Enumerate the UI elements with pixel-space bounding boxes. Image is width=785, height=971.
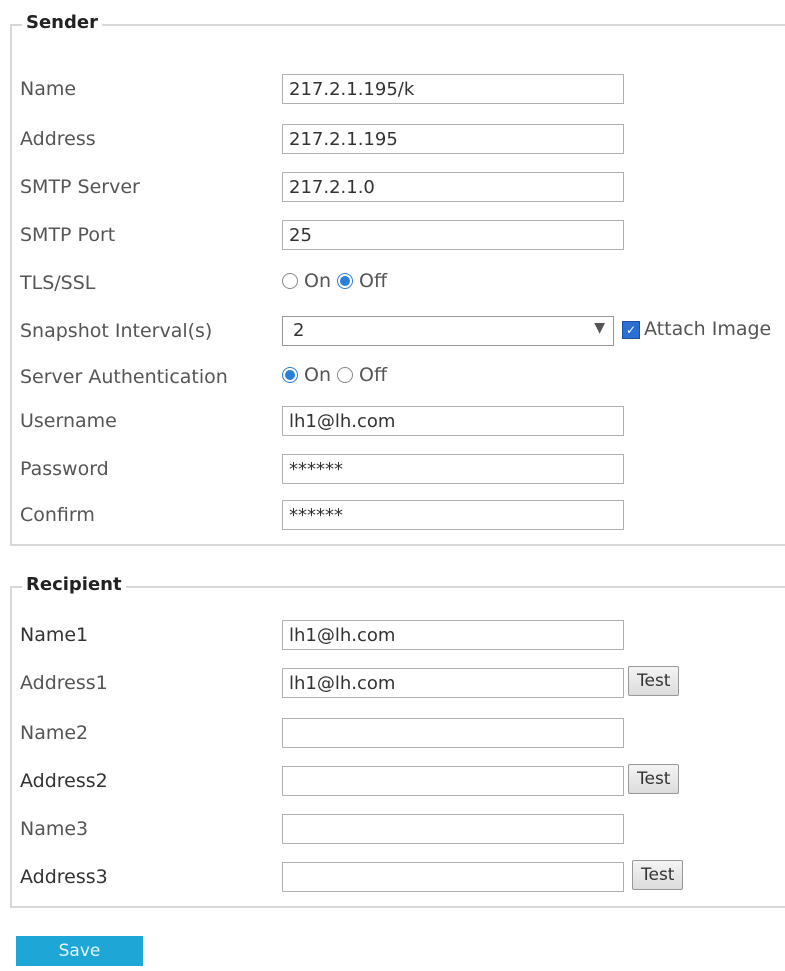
sender-address-label: Address (20, 128, 96, 150)
snapshot-interval-select[interactable]: 2 ▼ (282, 316, 614, 346)
recipient-title: Recipient (22, 574, 126, 595)
address1-row: Address1 Test (20, 666, 785, 700)
sender-address-row: Address (20, 124, 785, 156)
username-input[interactable] (282, 406, 624, 436)
tls-off-radio[interactable] (337, 273, 353, 289)
auth-off-label: Off (359, 364, 388, 386)
tls-on-label: On (304, 270, 331, 292)
sender-title: Sender (22, 12, 102, 33)
tls-radio-group: On Off (282, 270, 387, 292)
name2-label: Name2 (20, 722, 89, 744)
address1-input[interactable] (282, 668, 624, 698)
tls-label: TLS/SSL (20, 272, 96, 294)
tls-on-radio[interactable] (282, 273, 298, 289)
chevron-down-icon: ▼ (594, 320, 605, 336)
smtp-port-input[interactable] (282, 220, 624, 250)
auth-row: Server Authentication On Off (20, 362, 785, 394)
password-row: Password (20, 454, 785, 486)
address1-label: Address1 (20, 672, 108, 694)
auth-on-label: On (304, 364, 331, 386)
save-button[interactable]: Save (16, 936, 143, 966)
name3-row: Name3 (20, 814, 785, 846)
name1-label: Name1 (20, 624, 89, 646)
address2-row: Address2 Test (20, 764, 785, 798)
name2-input[interactable] (282, 718, 624, 748)
confirm-input[interactable] (282, 500, 624, 530)
smtp-port-label: SMTP Port (20, 224, 116, 246)
sender-name-label: Name (20, 78, 77, 100)
auth-off-radio[interactable] (337, 367, 353, 383)
test-button-2[interactable]: Test (628, 764, 680, 794)
password-input[interactable] (282, 454, 624, 484)
address3-row: Address3 Test (20, 860, 785, 894)
sender-address-input[interactable] (282, 124, 624, 154)
username-row: Username (20, 406, 785, 438)
auth-on-radio[interactable] (282, 367, 298, 383)
sender-name-input[interactable] (282, 74, 624, 104)
sender-name-row: Name (20, 74, 785, 106)
name3-label: Name3 (20, 818, 89, 840)
smtp-server-input[interactable] (282, 172, 624, 202)
address3-input[interactable] (282, 862, 624, 892)
test-button-1[interactable]: Test (628, 666, 680, 696)
username-label: Username (20, 410, 117, 432)
name1-row: Name1 (20, 620, 785, 652)
name2-row: Name2 (20, 718, 785, 750)
auth-radio-group: On Off (282, 364, 387, 386)
address2-input[interactable] (282, 766, 624, 796)
tls-off-label: Off (359, 270, 388, 292)
recipient-group: Recipient Name1 Address1 Test Name2 Addr… (10, 574, 785, 908)
name3-input[interactable] (282, 814, 624, 844)
confirm-row: Confirm (20, 500, 785, 532)
auth-label: Server Authentication (20, 366, 228, 388)
address2-label: Address2 (20, 770, 108, 792)
smtp-server-row: SMTP Server (20, 172, 785, 204)
snapshot-label: Snapshot Interval(s) (20, 320, 213, 342)
sender-group: Sender Name Address SMTP Server SMTP Por… (10, 12, 785, 546)
confirm-label: Confirm (20, 504, 95, 526)
smtp-server-label: SMTP Server (20, 176, 140, 198)
snapshot-row: Snapshot Interval(s) 2 ▼ ✓ Attach Image (20, 316, 785, 348)
attach-image-checkbox[interactable]: ✓ (622, 321, 640, 339)
tls-row: TLS/SSL On Off (20, 268, 785, 300)
name1-input[interactable] (282, 620, 624, 650)
attach-image-label: Attach Image (644, 318, 772, 340)
smtp-port-row: SMTP Port (20, 220, 785, 252)
password-label: Password (20, 458, 109, 480)
snapshot-interval-value: 2 (293, 320, 305, 341)
address3-label: Address3 (20, 866, 108, 888)
test-button-3[interactable]: Test (632, 860, 684, 890)
